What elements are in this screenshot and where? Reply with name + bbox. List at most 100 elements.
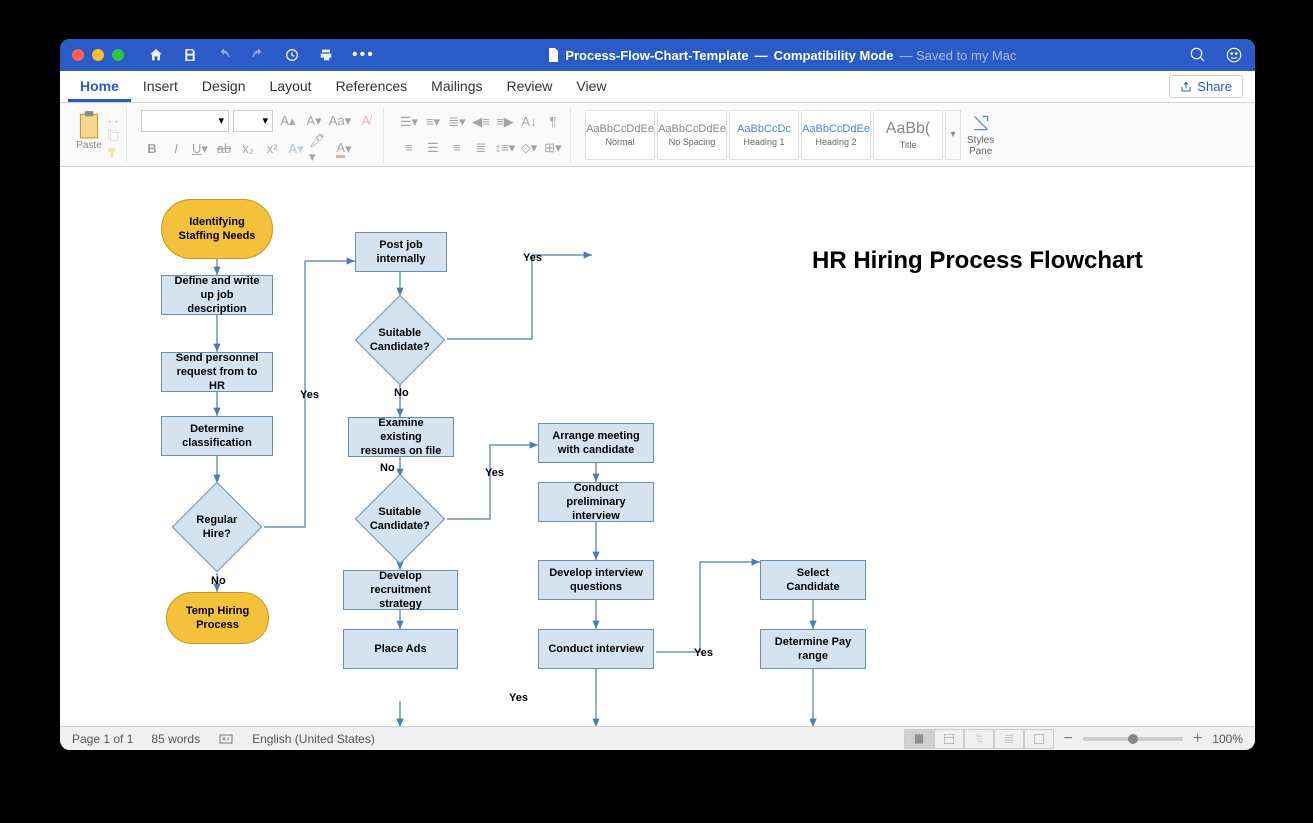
tab-design[interactable]: Design: [190, 72, 258, 102]
font-size-dropdown[interactable]: ▾: [233, 110, 273, 132]
sort-button[interactable]: A↓: [518, 111, 540, 133]
print-icon[interactable]: [318, 47, 334, 63]
italic-button[interactable]: I: [165, 138, 187, 160]
node-suitable2[interactable]: Suitable Candidate?: [355, 474, 446, 565]
numbering-button[interactable]: ≡▾: [422, 111, 444, 133]
paste-button[interactable]: Paste: [76, 110, 102, 151]
doc-name-text: Process-Flow-Chart-Template: [565, 48, 748, 63]
styles-more-button[interactable]: ▾: [945, 110, 961, 160]
draft-view-button[interactable]: [994, 729, 1024, 749]
spellcheck-icon[interactable]: [218, 731, 234, 747]
node-conduct-prelim[interactable]: Conduct preliminary interview: [538, 482, 654, 522]
borders-button[interactable]: ⊞▾: [542, 137, 564, 159]
node-examine[interactable]: Examine existing resumes on file: [348, 417, 454, 457]
font-name-dropdown[interactable]: ▾: [141, 110, 229, 132]
style-normal[interactable]: AaBbCcDdEeNormal: [585, 110, 655, 160]
more-icon[interactable]: •••: [352, 46, 375, 64]
node-suitable1[interactable]: Suitable Candidate?: [355, 295, 446, 386]
focus-view-button[interactable]: [1024, 729, 1054, 749]
paste-label: Paste: [76, 140, 102, 151]
language-indicator[interactable]: English (United States): [252, 732, 375, 746]
undo-icon[interactable]: [216, 47, 232, 63]
styles-gallery[interactable]: AaBbCcDdEeNormal AaBbCcDdEeNo Spacing Aa…: [585, 110, 961, 160]
decrease-indent-button[interactable]: ◀≡: [470, 111, 492, 133]
tab-insert[interactable]: Insert: [131, 72, 190, 102]
multilevel-list-button[interactable]: ≣▾: [446, 111, 468, 133]
page-indicator[interactable]: Page 1 of 1: [72, 732, 133, 746]
increase-font-button[interactable]: A▴: [277, 110, 299, 132]
share-button[interactable]: Share: [1169, 75, 1243, 98]
zoom-level[interactable]: 100%: [1212, 732, 1243, 746]
document-title: Process-Flow-Chart-Template — Compatibil…: [375, 48, 1189, 63]
node-determine-pay[interactable]: Determine Pay range: [760, 629, 866, 669]
text-effects-button[interactable]: A▾: [285, 138, 307, 160]
label-yes-1: Yes: [300, 389, 319, 401]
tab-view[interactable]: View: [564, 72, 618, 102]
maximize-window-button[interactable]: [112, 49, 124, 61]
outline-view-button[interactable]: [964, 729, 994, 749]
highlight-button[interactable]: 🖊▾: [309, 138, 331, 160]
home-icon[interactable]: [148, 47, 164, 63]
save-icon[interactable]: [182, 47, 198, 63]
align-right-button[interactable]: ≡: [446, 137, 468, 159]
show-marks-button[interactable]: ¶: [542, 111, 564, 133]
format-painter-icon[interactable]: [106, 146, 120, 160]
node-determine[interactable]: Determine classification: [161, 416, 273, 456]
zoom-slider[interactable]: [1083, 737, 1183, 741]
clear-formatting-button[interactable]: A̸: [355, 110, 377, 132]
tab-references[interactable]: References: [324, 72, 420, 102]
zoom-in-button[interactable]: +: [1193, 730, 1202, 748]
style-title[interactable]: AaBb(Title: [873, 110, 943, 160]
search-icon[interactable]: [1189, 46, 1207, 64]
zoom-out-button[interactable]: −: [1064, 730, 1073, 748]
superscript-button[interactable]: x²: [261, 138, 283, 160]
tab-review[interactable]: Review: [495, 72, 565, 102]
titlebar-right: [1189, 46, 1243, 64]
node-develop-questions[interactable]: Develop interview questions: [538, 560, 654, 600]
style-heading2[interactable]: AaBbCcDdEeHeading 2: [801, 110, 871, 160]
underline-button[interactable]: U▾: [189, 138, 211, 160]
node-send[interactable]: Send personnel request from to HR: [161, 352, 273, 392]
tab-home[interactable]: Home: [68, 72, 131, 102]
node-develop-recruitment[interactable]: Develop recruitment strategy: [343, 570, 458, 610]
print-layout-view-button[interactable]: [904, 729, 934, 749]
decrease-font-button[interactable]: A▾: [303, 110, 325, 132]
style-heading1[interactable]: AaBbCcDcHeading 1: [729, 110, 799, 160]
word-count[interactable]: 85 words: [151, 732, 200, 746]
strikethrough-button[interactable]: ab: [213, 138, 235, 160]
node-regular-hire[interactable]: Regular Hire?: [172, 482, 263, 573]
bold-button[interactable]: B: [141, 138, 163, 160]
node-select-candidate[interactable]: Select Candidate: [760, 560, 866, 600]
redo-icon[interactable]: [250, 47, 266, 63]
node-arrange-meeting[interactable]: Arrange meeting with candidate: [538, 423, 654, 463]
node-conduct-interview[interactable]: Conduct interview: [538, 629, 654, 669]
justify-button[interactable]: ≣: [470, 137, 492, 159]
styles-pane-button[interactable]: Styles Pane: [967, 113, 994, 157]
style-no-spacing[interactable]: AaBbCcDdEeNo Spacing: [657, 110, 727, 160]
share-icon: [1180, 81, 1192, 93]
increase-indent-button[interactable]: ≡▶: [494, 111, 516, 133]
minimize-window-button[interactable]: [92, 49, 104, 61]
close-window-button[interactable]: [72, 49, 84, 61]
node-post-job[interactable]: Post job internally: [355, 232, 447, 272]
web-layout-view-button[interactable]: [934, 729, 964, 749]
align-left-button[interactable]: ≡: [398, 137, 420, 159]
cut-icon[interactable]: [106, 110, 120, 124]
bullets-button[interactable]: ☰▾: [398, 111, 420, 133]
node-define[interactable]: Define and write up job description: [161, 275, 273, 315]
tab-layout[interactable]: Layout: [258, 72, 324, 102]
font-color-button[interactable]: A▾: [333, 138, 355, 160]
document-canvas[interactable]: HR Hiring Process Flowchart Identifying …: [60, 167, 1255, 726]
tab-mailings[interactable]: Mailings: [419, 72, 494, 102]
node-temp-hiring[interactable]: Temp Hiring Process: [166, 592, 269, 644]
copy-icon[interactable]: [106, 128, 120, 142]
sync-icon[interactable]: [284, 47, 300, 63]
align-center-button[interactable]: ☰: [422, 137, 444, 159]
shading-button[interactable]: ◇▾: [518, 137, 540, 159]
line-spacing-button[interactable]: ↕≡▾: [494, 137, 516, 159]
node-start[interactable]: Identifying Staffing Needs: [161, 199, 273, 259]
change-case-button[interactable]: Aa▾: [329, 110, 351, 132]
subscript-button[interactable]: x₂: [237, 138, 259, 160]
node-place-ads[interactable]: Place Ads: [343, 629, 458, 669]
feedback-icon[interactable]: [1225, 46, 1243, 64]
